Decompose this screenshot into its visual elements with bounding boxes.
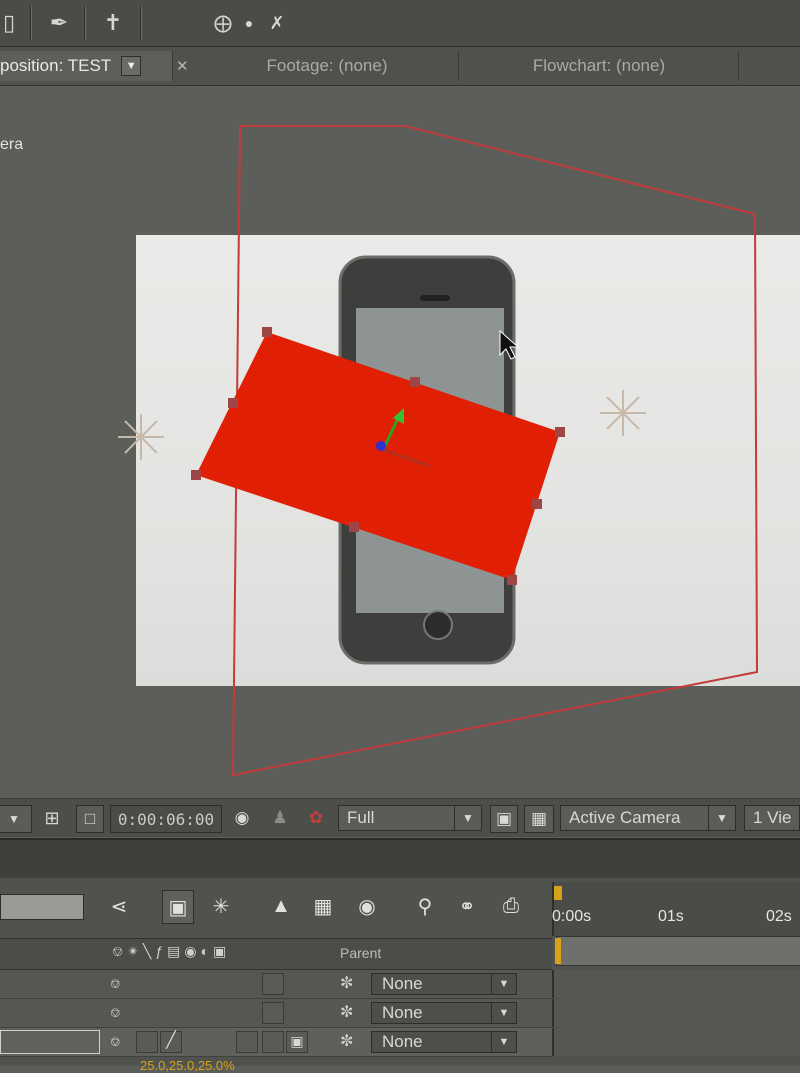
current-time-display[interactable]: 0:00:06:00 [110, 805, 222, 833]
tab-footage[interactable]: Footage: (none) [196, 51, 459, 81]
resolution-dropdown[interactable]: Full ▼ [338, 805, 482, 831]
parent-column-header: Parent [340, 945, 382, 961]
tab-footage-label: Footage: (none) [266, 56, 388, 75]
show-snapshot-icon[interactable]: ♟ [268, 805, 292, 831]
transparency-grid-icon[interactable]: □ [76, 805, 104, 833]
current-time-indicator-line [555, 938, 561, 964]
hide-shy-icon[interactable]: ▦ [308, 890, 338, 922]
tools-toolbar: ▯ ✒ ✝ ⨁ ● ✗ [0, 0, 800, 47]
parent-dropdown[interactable]: None ▼ [371, 1002, 517, 1024]
chevron-down-icon: ▼ [491, 974, 516, 994]
parent-dropdown[interactable]: None ▼ [371, 973, 517, 995]
layer-switch-cell[interactable] [236, 1031, 258, 1053]
color-channel-icon[interactable]: ✿ [302, 805, 330, 831]
camera-view-value: Active Camera [569, 808, 681, 827]
camera-view-dropdown[interactable]: Active Camera ▼ [560, 805, 736, 831]
parent-value: None [382, 1003, 423, 1022]
layer-duration-track[interactable] [552, 970, 800, 998]
fast-previews-icon[interactable]: ▣ [490, 805, 518, 833]
checkerboard-icon[interactable]: ▦ [524, 805, 554, 833]
timeline-search-input[interactable] [0, 894, 84, 920]
puppet-pin-icon[interactable]: ✒ [44, 8, 74, 38]
tab-composition[interactable]: position: TEST ▼ [0, 51, 173, 81]
toolbar-separator [140, 6, 142, 40]
work-area-bar[interactable] [556, 936, 800, 966]
frame-blending-icon[interactable]: ◉ [352, 890, 382, 922]
live-update-icon[interactable]: ⚲ [410, 890, 440, 922]
chevron-down-icon: ▼ [454, 806, 481, 830]
graph-editor-icon[interactable]: ⚭ [452, 890, 482, 922]
motion-blur-icon[interactable]: ✳ [206, 890, 236, 922]
toolbar-separator [84, 6, 86, 40]
snapshot-icon[interactable]: ◉ [228, 805, 256, 831]
active-view-label: era [0, 136, 24, 153]
magnification-dropdown[interactable]: ▼ [0, 805, 32, 833]
ruler-tick-label: 02s [766, 908, 792, 925]
layer-row[interactable]: ⎊ ✼ None ▼ [0, 970, 552, 999]
quality-icon[interactable]: ╱ [160, 1031, 182, 1053]
layer-switch-cell[interactable] [262, 1002, 284, 1024]
layer-switch-cell[interactable] [262, 1031, 284, 1053]
parent-value: None [382, 1032, 423, 1051]
layer-duration-track[interactable] [552, 1028, 800, 1056]
tab-menu-button[interactable]: ▼ [121, 56, 142, 76]
view-layout-dropdown[interactable]: 1 Vie [744, 805, 800, 831]
layer-duration-track[interactable] [552, 999, 800, 1027]
timeline-graph-icon[interactable]: ⎙ [496, 890, 526, 922]
axis-view-icon[interactable]: ✗ [262, 8, 292, 38]
pick-whip-icon[interactable]: ✼ [340, 973, 353, 993]
layer-switch-icons: ⎊✴╲ƒ▤◉◐▣ [112, 943, 231, 959]
chevron-down-icon: ▼ [491, 1003, 516, 1023]
layer-row-selected[interactable]: ⎊ ╱ ▣ ✼ None ▼ [0, 1028, 552, 1057]
close-tab-icon[interactable]: ✕ [176, 57, 189, 75]
viewer-controls-bar: ▼ ⊞ □ 0:00:06:00 ◉ ♟ ✿ Full ▼ ▣ ▦ Active… [0, 798, 800, 837]
3d-layer-icon[interactable]: ▣ [286, 1031, 308, 1053]
parent-dropdown[interactable]: None ▼ [371, 1031, 517, 1053]
shy-icon[interactable]: ⎊ [110, 1034, 120, 1050]
draft-3d-icon[interactable]: ▣ [162, 890, 194, 924]
view-layout-value: 1 Vie [753, 808, 792, 827]
axis-world-icon[interactable]: ● [234, 8, 264, 38]
chevron-down-icon: ▼ [708, 806, 735, 830]
pin-icon[interactable]: ✝ [98, 8, 128, 38]
layer-header-row [0, 938, 552, 970]
shy-icon[interactable]: ⎊ [110, 1005, 120, 1021]
composition-canvas[interactable] [136, 235, 800, 686]
layer-name-field[interactable] [0, 1030, 100, 1054]
chevron-down-icon: ▼ [491, 1032, 516, 1052]
parent-value: None [382, 974, 423, 993]
panel-divider[interactable] [0, 838, 800, 878]
tab-flowchart-label: Flowchart: (none) [532, 56, 666, 75]
tab-flowchart[interactable]: Flowchart: (none) [460, 51, 739, 81]
shy-icon[interactable]: ⎊ [110, 976, 120, 992]
layer-switch-cell[interactable] [136, 1031, 158, 1053]
ruler-tick-label: 01s [658, 908, 684, 925]
current-time-indicator[interactable] [554, 886, 562, 900]
panel-tab-bar: position: TEST ▼ ✕ Footage: (none) Flowc… [0, 47, 800, 86]
pick-whip-icon[interactable]: ✼ [340, 1002, 353, 1022]
comp-flowchart-icon[interactable]: ⋖ [104, 890, 134, 922]
layer-row[interactable]: ⎊ ✼ None ▼ [0, 999, 552, 1028]
toolbar-separator [30, 6, 32, 40]
region-of-interest-icon[interactable]: ⊞ [38, 805, 66, 831]
tab-composition-label: position: TEST [0, 56, 112, 75]
layer-switch-cell[interactable] [262, 973, 284, 995]
resolution-value: Full [347, 808, 375, 827]
eraser-icon[interactable]: ▯ [0, 8, 24, 38]
ruler-tick-label: 0:00s [552, 908, 592, 925]
pick-whip-icon[interactable]: ✼ [340, 1031, 353, 1051]
brainstorm-icon[interactable]: ▲ [266, 890, 296, 922]
